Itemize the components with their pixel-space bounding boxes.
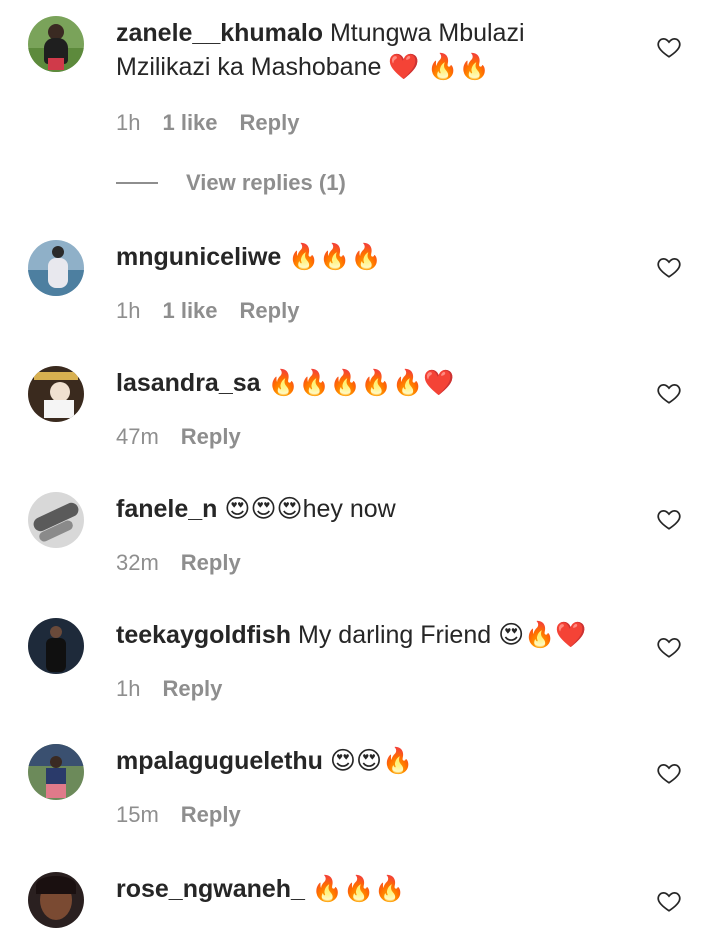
comment-text: mnguniceliwe 🔥🔥🔥: [116, 240, 636, 274]
heart-icon[interactable]: [656, 760, 682, 786]
avatar[interactable]: [28, 618, 84, 674]
comment-message-cont: Mzilikazi ka Mashobane: [116, 53, 382, 81]
avatar[interactable]: [28, 744, 84, 800]
avatar[interactable]: [28, 872, 84, 928]
comment-body: mpalaguguelethu 😍😍🔥: [116, 744, 636, 778]
reply-button[interactable]: Reply: [181, 550, 241, 576]
timestamp: 1h: [116, 110, 141, 135]
comment-body: zanele__khumalo Mtungwa Mbulazi Mzilikaz…: [116, 16, 636, 84]
comment-text: fanele_n 😍😍😍hey now: [116, 492, 636, 526]
view-replies-button[interactable]: View replies (1): [116, 170, 346, 196]
timestamp: 1h: [116, 298, 141, 323]
avatar[interactable]: [28, 240, 84, 296]
heart-icon[interactable]: [656, 254, 682, 280]
heart-icon[interactable]: [656, 888, 682, 914]
avatar[interactable]: [28, 366, 84, 422]
comment-meta: 47m Reply: [116, 424, 241, 450]
comment-text: lasandra_sa 🔥🔥🔥🔥🔥❤️: [116, 366, 636, 400]
like-count[interactable]: 1 like: [162, 298, 217, 324]
comment-emoji: ❤️ 🔥🔥: [388, 52, 490, 81]
reply-button[interactable]: Reply: [240, 298, 300, 324]
avatar[interactable]: [28, 492, 84, 548]
timestamp: 47m: [116, 424, 159, 449]
comment-emoji: 😍😍🔥: [329, 746, 414, 775]
comment-body: rose_ngwaneh_ 🔥🔥🔥: [116, 872, 636, 906]
username[interactable]: teekaygoldfish: [116, 621, 291, 649]
reply-button[interactable]: Reply: [181, 802, 241, 828]
comment-emoji: 🔥🔥🔥: [288, 242, 382, 271]
heart-icon[interactable]: [656, 506, 682, 532]
comment-text: zanele__khumalo Mtungwa Mbulazi Mzilikaz…: [116, 16, 636, 84]
divider-line: [116, 182, 158, 184]
comment-body: teekaygoldfish My darling Friend 😍🔥❤️: [116, 618, 636, 652]
username[interactable]: mnguniceliwe: [116, 243, 281, 271]
comment-body: mnguniceliwe 🔥🔥🔥: [116, 240, 636, 274]
timestamp: 1h: [116, 676, 141, 701]
heart-icon[interactable]: [656, 634, 682, 660]
timestamp: 32m: [116, 550, 159, 575]
comment-emoji: 🔥🔥🔥🔥🔥❤️: [267, 368, 455, 397]
username[interactable]: fanele_n: [116, 495, 217, 523]
reply-button[interactable]: Reply: [240, 110, 300, 136]
view-replies-label: View replies (1): [186, 170, 346, 195]
username[interactable]: rose_ngwaneh_: [116, 875, 305, 903]
timestamp: 15m: [116, 802, 159, 827]
username[interactable]: mpalaguguelethu: [116, 747, 323, 775]
avatar[interactable]: [28, 16, 84, 72]
username[interactable]: zanele__khumalo: [116, 19, 323, 47]
reply-button[interactable]: Reply: [181, 424, 241, 450]
comment-text: teekaygoldfish My darling Friend 😍🔥❤️: [116, 618, 636, 652]
comment-meta: 15m Reply: [116, 802, 241, 828]
heart-icon[interactable]: [656, 34, 682, 60]
heart-icon[interactable]: [656, 380, 682, 406]
comment-meta: 1h Reply: [116, 676, 222, 702]
comment-body: fanele_n 😍😍😍hey now: [116, 492, 636, 526]
comment-emoji: 🔥🔥🔥: [311, 874, 406, 903]
comment-emoji: 😍🔥❤️: [498, 620, 587, 649]
comment-meta: 32m Reply: [116, 550, 241, 576]
comment-meta: 1h 1 like Reply: [116, 110, 299, 136]
comment-text: mpalaguguelethu 😍😍🔥: [116, 744, 636, 778]
comment-text: rose_ngwaneh_ 🔥🔥🔥: [116, 872, 636, 906]
comment-body: lasandra_sa 🔥🔥🔥🔥🔥❤️: [116, 366, 636, 400]
like-count[interactable]: 1 like: [162, 110, 217, 136]
username[interactable]: lasandra_sa: [116, 369, 261, 397]
reply-button[interactable]: Reply: [162, 676, 222, 702]
comment-message: My darling Friend: [298, 621, 492, 649]
comment-emoji: 😍😍😍: [224, 494, 303, 523]
comment-message: hey now: [302, 495, 396, 523]
comment-message: Mtungwa Mbulazi: [329, 19, 525, 47]
comment-meta: 1h 1 like Reply: [116, 298, 299, 324]
